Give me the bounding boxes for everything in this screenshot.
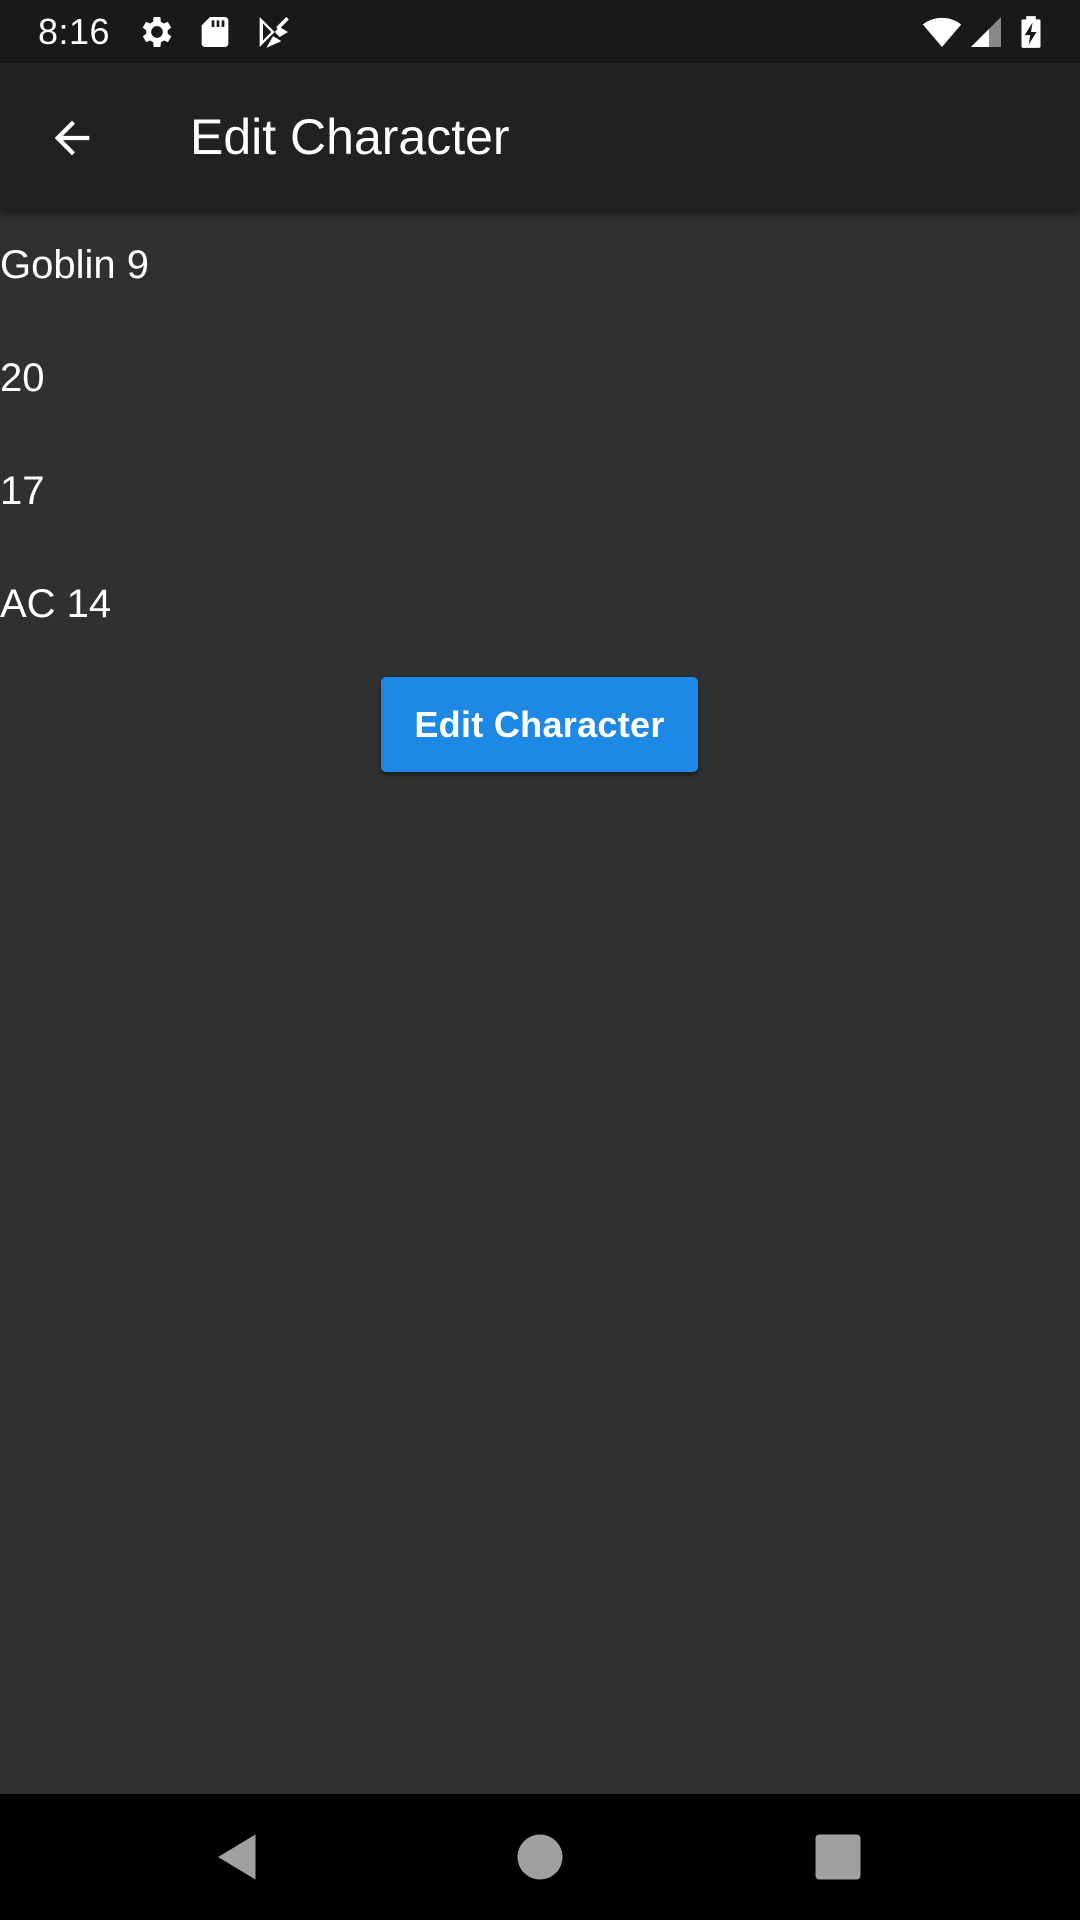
back-triangle-icon[interactable] (208, 1827, 268, 1887)
character-name: Goblin 9 (0, 243, 149, 287)
nav-bar (0, 1794, 1080, 1920)
app-bar: Edit Character (0, 63, 1080, 210)
page-title: Edit Character (190, 109, 510, 165)
status-time: 8:16 (38, 11, 111, 52)
battery-charging-icon (1012, 12, 1050, 52)
cell-signal-icon (968, 12, 1004, 52)
screen: 8:16 Edit Character Goblin 9 20 17 AC 14… (0, 0, 1080, 1920)
back-button[interactable] (30, 96, 114, 180)
recents-square-icon[interactable] (808, 1827, 868, 1887)
character-details: Goblin 9 20 17 AC 14 Edit Character (0, 210, 1080, 1794)
character-stat-1: 20 (0, 356, 45, 400)
play-store-icon (253, 12, 293, 52)
character-stat-2: 17 (0, 469, 45, 513)
armor-class: AC 14 (0, 582, 112, 626)
gear-icon (137, 12, 177, 52)
edit-character-button[interactable]: Edit Character (381, 677, 698, 772)
status-bar: 8:16 (0, 0, 1080, 63)
sd-card-icon (195, 12, 235, 52)
home-circle-icon[interactable] (510, 1827, 570, 1887)
arrow-back-icon (54, 120, 90, 156)
wifi-icon (920, 12, 964, 52)
